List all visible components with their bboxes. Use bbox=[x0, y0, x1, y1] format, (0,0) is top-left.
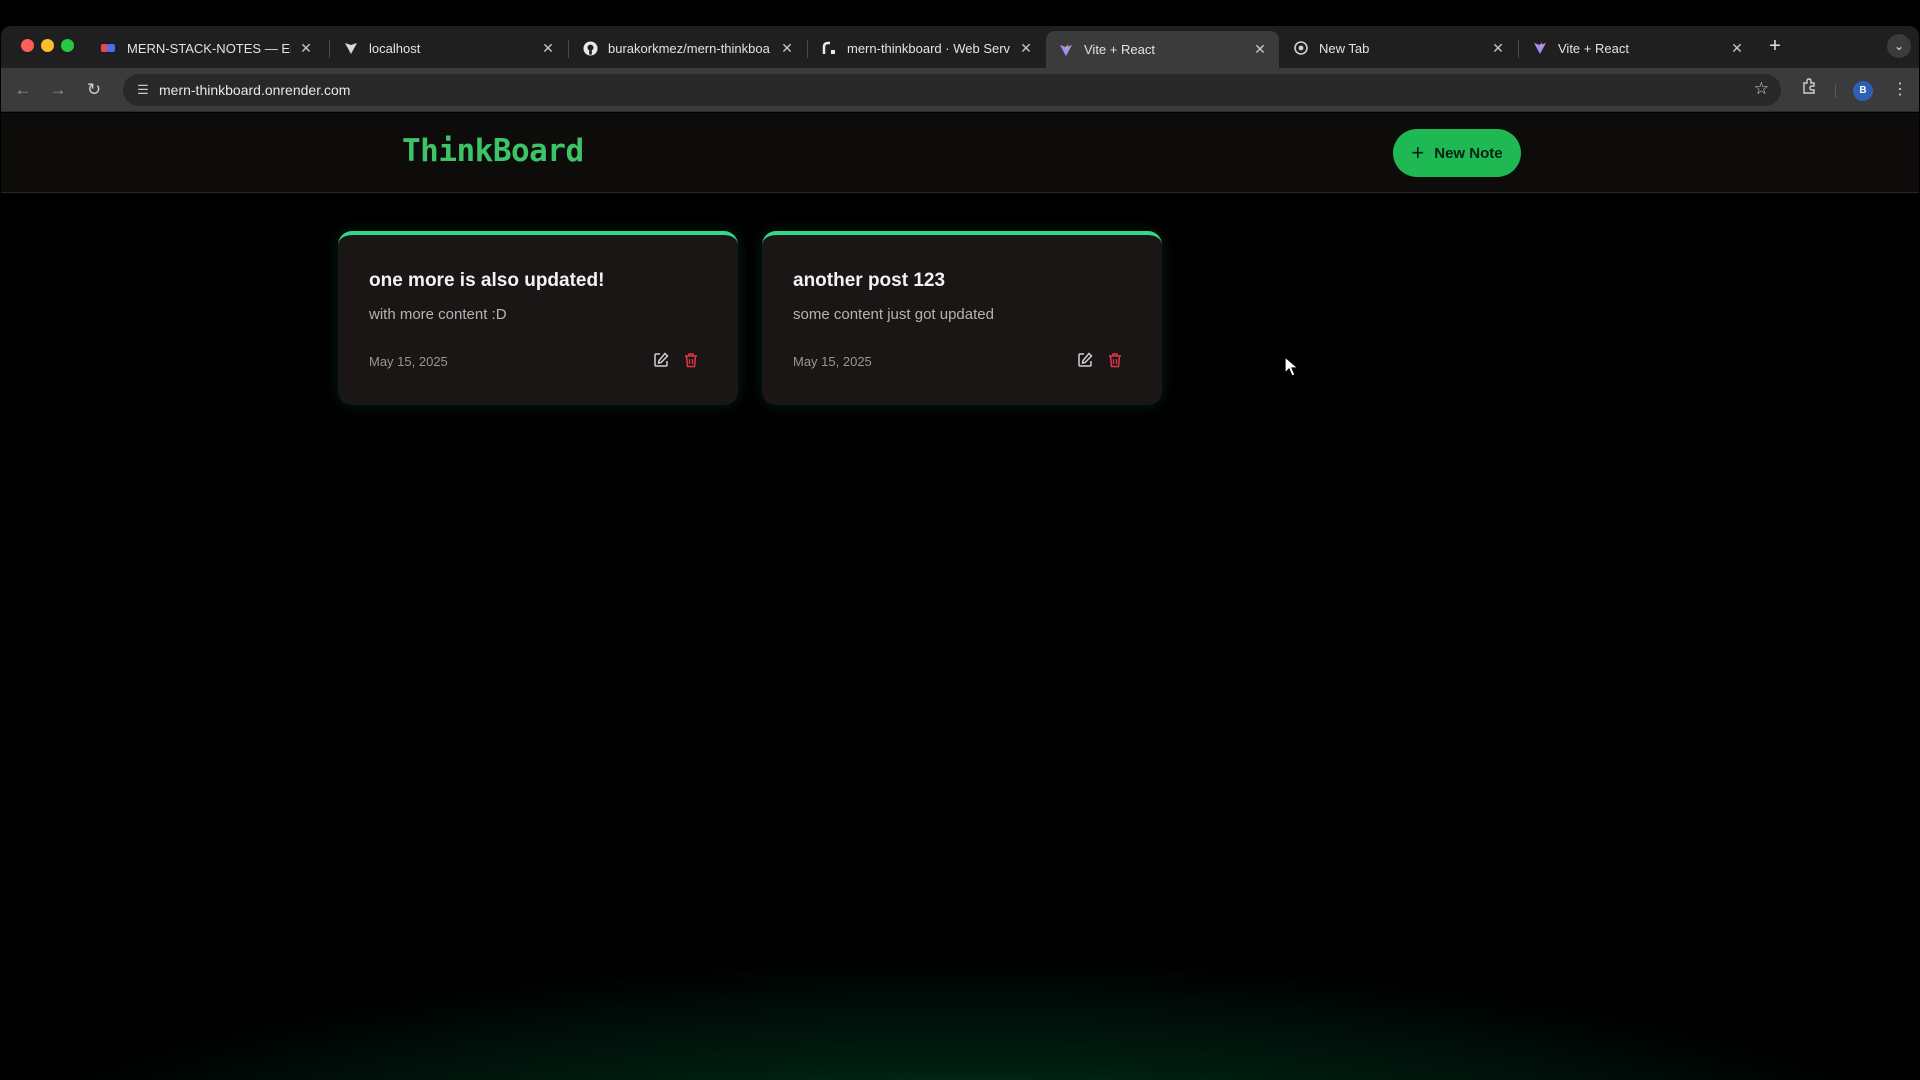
note-date: May 15, 2025 bbox=[369, 354, 448, 369]
close-window-button[interactable] bbox=[21, 39, 34, 52]
note-card[interactable]: one more is also updated! with more cont… bbox=[338, 231, 738, 405]
tab-new-tab[interactable]: New Tab ✕ bbox=[1281, 31, 1517, 65]
plus-icon: + bbox=[1411, 140, 1425, 165]
more-menu-icon[interactable]: ⋮ bbox=[1888, 78, 1912, 102]
close-icon[interactable]: ✕ bbox=[1491, 40, 1505, 57]
note-content: with more content :D bbox=[369, 306, 507, 323]
tab-bar: MERN-STACK-NOTES — Eras ✕ localhost ✕ bu… bbox=[1, 26, 1919, 68]
close-icon[interactable]: ✕ bbox=[299, 40, 313, 57]
note-content: some content just got updated bbox=[793, 306, 994, 323]
tab-title: mern-thinkboard · Web Serv bbox=[847, 40, 1011, 56]
vite-icon bbox=[1058, 42, 1074, 58]
tab-divider bbox=[329, 40, 330, 58]
browser-toolbar: ← → ↻ ☰ mern-thinkboard.onrender.com ☆ B… bbox=[1, 68, 1919, 112]
new-note-label: New Note bbox=[1434, 144, 1503, 162]
site-info-icon[interactable]: ☰ bbox=[133, 80, 153, 100]
url-text[interactable]: mern-thinkboard.onrender.com bbox=[159, 82, 350, 98]
mouse-cursor-icon bbox=[1284, 356, 1300, 377]
edit-icon[interactable] bbox=[1076, 351, 1094, 369]
trash-icon[interactable] bbox=[682, 351, 700, 369]
tab-title: Vite + React bbox=[1558, 40, 1629, 56]
browser-window: MERN-STACK-NOTES — Eras ✕ localhost ✕ bu… bbox=[1, 26, 1919, 1080]
vite-icon bbox=[343, 40, 359, 56]
close-icon[interactable]: ✕ bbox=[1253, 41, 1267, 58]
address-bar[interactable]: ☰ mern-thinkboard.onrender.com ☆ bbox=[123, 74, 1781, 106]
chrome-icon bbox=[1293, 40, 1309, 56]
new-note-button[interactable]: + New Note bbox=[1393, 129, 1521, 177]
tab-divider bbox=[568, 40, 569, 58]
profile-avatar[interactable]: B bbox=[1853, 81, 1873, 101]
extensions-icon[interactable] bbox=[1797, 78, 1821, 102]
vite-icon bbox=[1532, 40, 1548, 56]
screen: MERN-STACK-NOTES — Eras ✕ localhost ✕ bu… bbox=[0, 0, 1920, 1080]
tab-mern-stack-notes[interactable]: MERN-STACK-NOTES — Eras ✕ bbox=[89, 31, 325, 65]
tab-search-icon[interactable]: ⌄ bbox=[1887, 34, 1911, 58]
tab-title: localhost bbox=[369, 40, 421, 56]
tab-vite-react-active[interactable]: Vite + React ✕ bbox=[1046, 31, 1279, 68]
page: ThinkBoard + New Note one more is also u… bbox=[1, 113, 1919, 1080]
app-icon bbox=[101, 40, 117, 56]
tab-divider bbox=[807, 40, 808, 58]
close-icon[interactable]: ✕ bbox=[780, 40, 794, 57]
tab-title: Vite + React bbox=[1084, 42, 1155, 57]
toolbar-divider bbox=[1835, 84, 1836, 98]
github-icon bbox=[582, 40, 598, 56]
note-actions bbox=[1076, 351, 1124, 369]
tab-title: New Tab bbox=[1319, 40, 1370, 56]
reload-icon[interactable]: ↻ bbox=[82, 78, 106, 102]
tab-github[interactable]: burakorkmez/mern-thinkboa ✕ bbox=[570, 31, 806, 65]
back-icon[interactable]: ← bbox=[11, 78, 35, 102]
maximize-window-button[interactable] bbox=[61, 39, 74, 52]
bookmark-star-icon[interactable]: ☆ bbox=[1754, 79, 1769, 99]
forward-icon[interactable]: → bbox=[46, 78, 70, 102]
tab-render[interactable]: mern-thinkboard · Web Serv ✕ bbox=[809, 31, 1045, 65]
tab-localhost[interactable]: localhost ✕ bbox=[331, 31, 567, 65]
note-actions bbox=[652, 351, 700, 369]
tab-title: MERN-STACK-NOTES — Eras bbox=[127, 40, 291, 56]
render-icon bbox=[821, 40, 837, 56]
new-tab-button[interactable]: + bbox=[1763, 35, 1787, 59]
close-icon[interactable]: ✕ bbox=[1730, 40, 1744, 57]
edit-icon[interactable] bbox=[652, 351, 670, 369]
note-card[interactable]: another post 123 some content just got u… bbox=[762, 231, 1162, 405]
note-title: another post 123 bbox=[793, 270, 946, 291]
brand-logo[interactable]: ThinkBoard bbox=[402, 133, 584, 169]
trash-icon[interactable] bbox=[1106, 351, 1124, 369]
app-navbar: ThinkBoard + New Note bbox=[1, 113, 1919, 193]
close-icon[interactable]: ✕ bbox=[541, 40, 555, 57]
note-date: May 15, 2025 bbox=[793, 354, 872, 369]
tab-title: burakorkmez/mern-thinkboa bbox=[608, 40, 770, 56]
tab-vite-react[interactable]: Vite + React ✕ bbox=[1520, 31, 1756, 65]
minimize-window-button[interactable] bbox=[41, 39, 54, 52]
note-title: one more is also updated! bbox=[369, 270, 605, 291]
tab-divider bbox=[1518, 40, 1519, 58]
close-icon[interactable]: ✕ bbox=[1019, 40, 1033, 57]
